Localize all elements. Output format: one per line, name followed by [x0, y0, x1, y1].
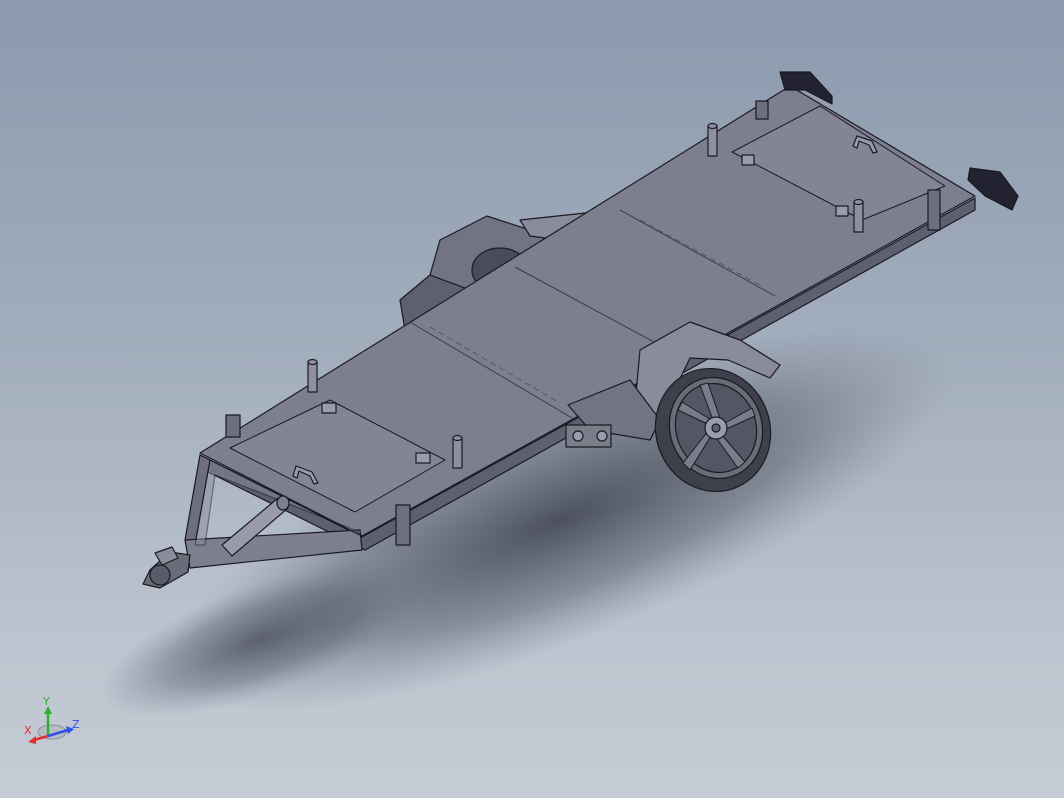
x-axis-label: X — [24, 724, 32, 737]
view-orientation-triad[interactable]: X Y Z — [24, 695, 80, 744]
graphics-viewport[interactable]: X Y Z — [0, 0, 1064, 798]
hitch-coupler[interactable] — [142, 546, 191, 589]
z-axis-label: Z — [72, 718, 80, 731]
x-axis-arrow-icon — [28, 736, 36, 744]
y-axis-label: Y — [42, 695, 50, 708]
spring-bracket — [565, 424, 612, 448]
